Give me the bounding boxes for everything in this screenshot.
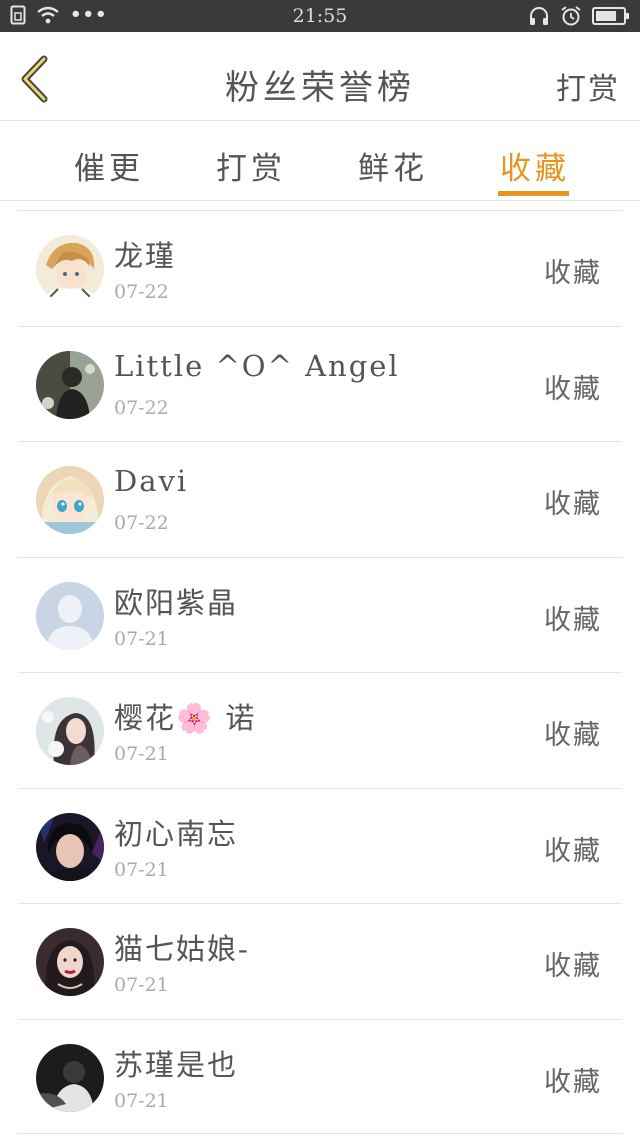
tab-reward[interactable]: 打赏 xyxy=(216,143,286,188)
list-item[interactable]: Little ^O^ Angel 07-22 收藏 xyxy=(18,325,622,442)
fan-action-label: 收藏 xyxy=(544,720,602,751)
list-item[interactable]: 欧阳紫晶 07-21 收藏 xyxy=(18,556,622,673)
fan-action-label: 收藏 xyxy=(544,835,602,867)
fan-name: Davi xyxy=(114,464,189,498)
tab-bar: 催更 打赏 鲜花 收藏 xyxy=(0,121,640,201)
fan-name: 初心南忘 xyxy=(114,816,239,851)
boy-photo-avatar-icon xyxy=(36,812,104,881)
avatar[interactable] xyxy=(36,1043,104,1112)
tab-urge-update[interactable]: 催更 xyxy=(74,143,144,188)
status-right-icons xyxy=(528,5,630,27)
fan-name: 樱花🌸 诺 xyxy=(114,701,257,735)
fan-action-label: 收藏 xyxy=(544,604,602,636)
bw-photo-avatar-icon xyxy=(36,1043,104,1112)
fan-name: 龙瑾 xyxy=(114,239,177,273)
tab-favorites[interactable]: 收藏 xyxy=(500,143,570,188)
fan-name: 猫七姑娘- xyxy=(114,932,250,966)
fan-date: 07-21 xyxy=(114,743,169,765)
list-item[interactable]: 龙瑾 07-22 收藏 xyxy=(18,210,622,326)
avatar[interactable] xyxy=(36,928,104,996)
list-item[interactable]: Davi 07-22 收藏 xyxy=(18,441,622,557)
fan-date: 07-21 xyxy=(114,858,169,881)
fan-date: 07-21 xyxy=(114,627,169,650)
fan-action-label: 收藏 xyxy=(544,258,602,289)
avatar[interactable] xyxy=(36,235,104,303)
status-bar: ••• 21:55 xyxy=(0,0,640,32)
list-item[interactable]: 樱花🌸 诺 07-21 收藏 xyxy=(18,672,622,788)
fan-date: 07-22 xyxy=(114,281,169,303)
fan-action-label: 收藏 xyxy=(544,373,602,405)
fan-action-label: 收藏 xyxy=(544,1066,602,1098)
fan-action-label: 收藏 xyxy=(544,489,602,520)
fan-name: 欧阳紫晶 xyxy=(114,585,239,620)
anime-boy-avatar-icon xyxy=(36,235,104,303)
default-user-avatar-icon xyxy=(36,581,104,650)
fan-date: 07-22 xyxy=(114,396,169,419)
fan-date: 07-21 xyxy=(114,1089,169,1112)
avatar[interactable] xyxy=(36,812,104,881)
fan-name: Little ^O^ Angel xyxy=(114,348,400,383)
anime-girl-avatar-icon xyxy=(36,466,104,534)
fan-list: 龙瑾 07-22 收藏 Little ^O^ Angel 07-22 收藏 Da… xyxy=(18,210,622,1134)
active-tab-indicator xyxy=(498,191,569,196)
girl-photo-avatar-icon xyxy=(36,697,104,765)
list-item[interactable]: 初心南忘 07-21 收藏 xyxy=(18,787,622,904)
reward-button[interactable]: 打赏 xyxy=(556,64,620,108)
dark-photo-avatar-icon xyxy=(36,350,104,419)
woman-photo-avatar-icon xyxy=(36,928,104,996)
navigation-bar: 粉丝荣誉榜 打赏 xyxy=(0,32,640,121)
battery-icon xyxy=(592,7,629,25)
avatar[interactable] xyxy=(36,350,104,419)
fan-date: 07-22 xyxy=(114,512,169,534)
avatar[interactable] xyxy=(36,697,104,765)
fan-name: 苏瑾是也 xyxy=(114,1047,239,1082)
avatar[interactable] xyxy=(36,581,104,650)
fan-date: 07-21 xyxy=(114,974,169,996)
avatar[interactable] xyxy=(36,466,104,534)
tab-flowers[interactable]: 鲜花 xyxy=(358,143,428,188)
list-item[interactable]: 苏瑾是也 07-21 收藏 xyxy=(18,1018,622,1134)
page-title: 粉丝荣誉榜 xyxy=(225,68,415,108)
alarm-icon xyxy=(561,6,581,26)
headphones-icon xyxy=(530,7,548,25)
fan-action-label: 收藏 xyxy=(544,951,602,982)
list-item[interactable]: 猫七姑娘- 07-21 收藏 xyxy=(18,903,622,1019)
